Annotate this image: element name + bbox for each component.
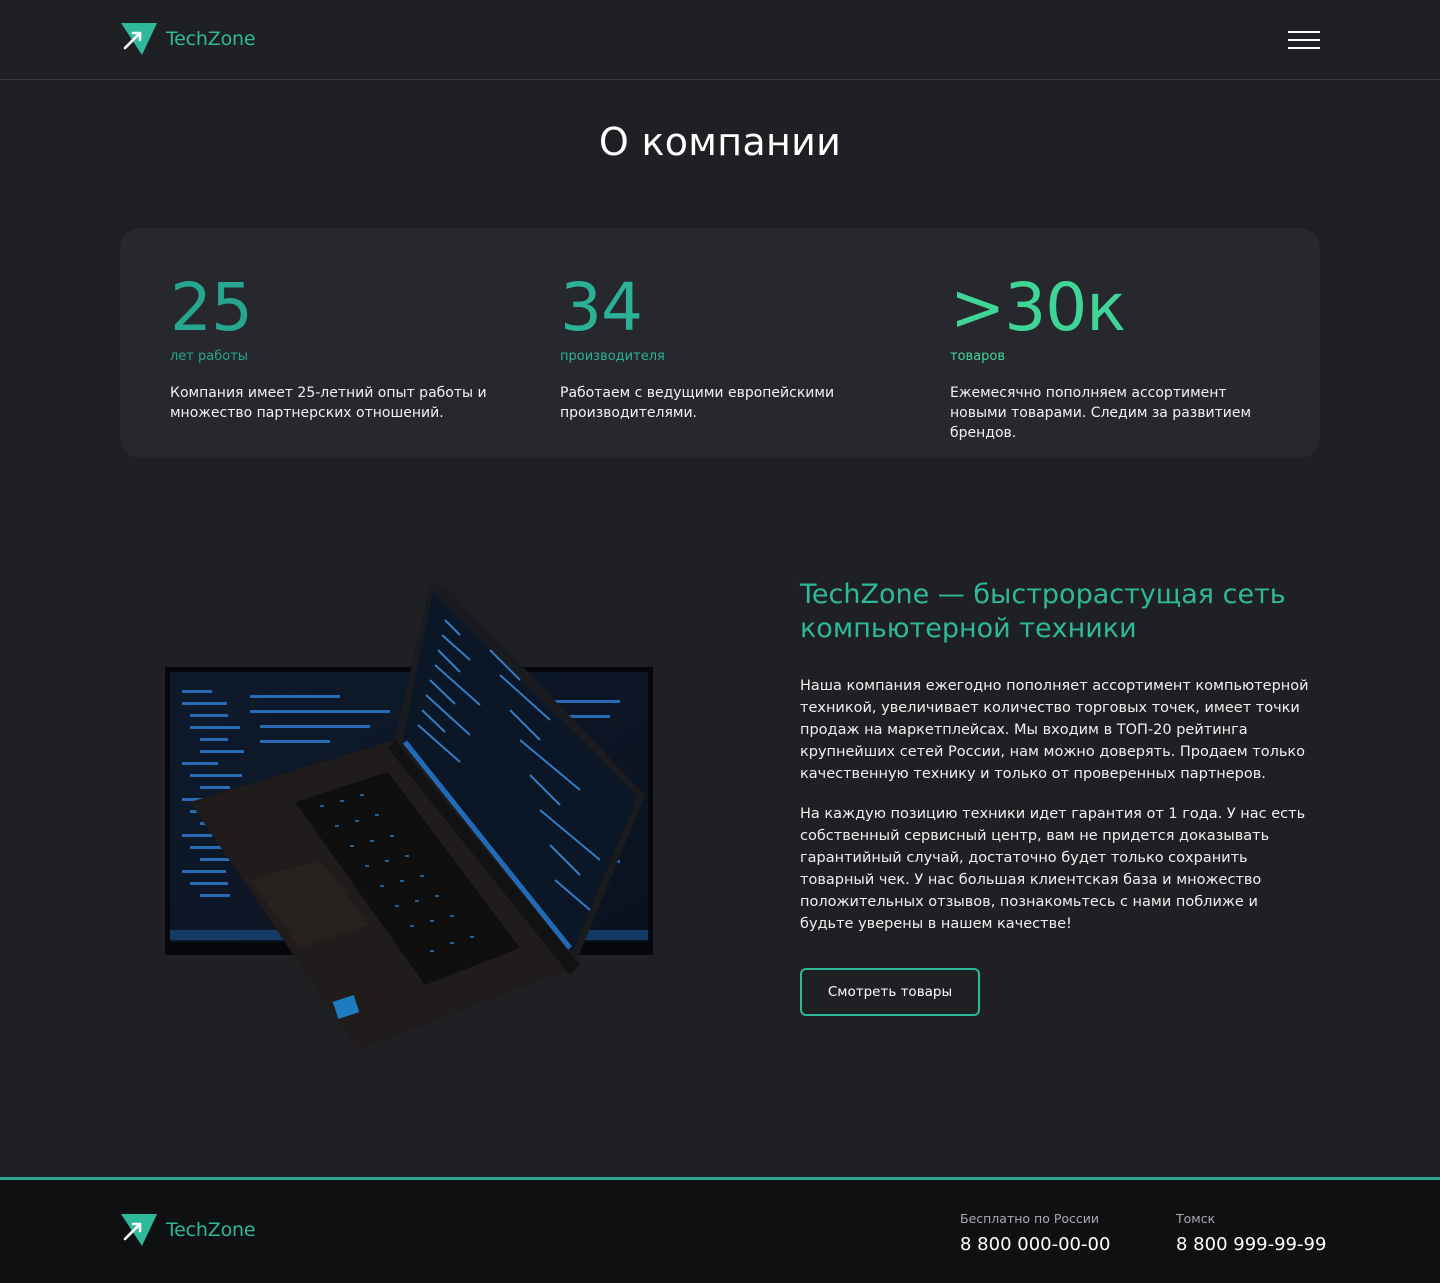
about-paragraph-1: Наша компания ежегодно пополняет ассорти…	[800, 678, 1309, 782]
logo-text: TechZone	[166, 1219, 256, 1241]
stat-description: Работаем с ведущими европейскими произво…	[560, 385, 835, 421]
logo-icon	[121, 23, 157, 55]
page-title: О компании	[598, 120, 842, 164]
about-paragraph-2: На каждую позицию техники идет гарантия …	[800, 806, 1306, 932]
contact-label: Томск	[1176, 1211, 1216, 1226]
stat-unit: товаров	[950, 349, 1006, 364]
about-heading: TechZone — быстрорастущая сеть компьютер…	[800, 579, 1286, 644]
hamburger-menu-icon[interactable]	[1288, 28, 1320, 52]
stat-years: 25 лет работы Компания имеет 25-летний о…	[170, 268, 510, 423]
contact-russia: Бесплатно по России 8 800 000-00-00	[960, 1211, 1110, 1256]
stat-products: >30к товаров Ежемесячно пополняем ассорт…	[950, 268, 1290, 443]
view-products-button[interactable]: Смотреть товары	[800, 968, 980, 1016]
stat-number: >30к	[950, 269, 1126, 346]
stat-description: Компания имеет 25-летний опыт работы и м…	[170, 385, 487, 421]
contact-phone[interactable]: 8 800 000-00-00	[960, 1234, 1110, 1256]
laptop-image	[160, 580, 660, 1060]
contact-label: Бесплатно по России	[960, 1211, 1100, 1226]
stat-number: 34	[560, 269, 643, 346]
header-logo[interactable]: TechZone	[120, 22, 256, 56]
logo-text: TechZone	[166, 28, 256, 50]
site-footer: TechZone Бесплатно по России 8 800 000-0…	[0, 1177, 1440, 1283]
site-header: TechZone	[0, 0, 1440, 80]
stat-manufacturers: 34 производителя Работаем с ведущими евр…	[560, 268, 900, 423]
stat-unit: лет работы	[170, 349, 249, 364]
contact-phone[interactable]: 8 800 999-99-99	[1176, 1234, 1326, 1256]
stat-description: Ежемесячно пополняем ассортимент новыми …	[950, 385, 1251, 441]
stats-card: 25 лет работы Компания имеет 25-летний о…	[120, 228, 1320, 458]
stat-number: 25	[170, 269, 253, 346]
logo-icon	[121, 1214, 157, 1246]
footer-logo[interactable]: TechZone	[120, 1213, 256, 1247]
stat-unit: производителя	[560, 349, 665, 364]
about-section: TechZone — быстрорастущая сеть компьютер…	[800, 578, 1320, 935]
contact-tomsk: Томск 8 800 999-99-99	[1176, 1211, 1326, 1256]
